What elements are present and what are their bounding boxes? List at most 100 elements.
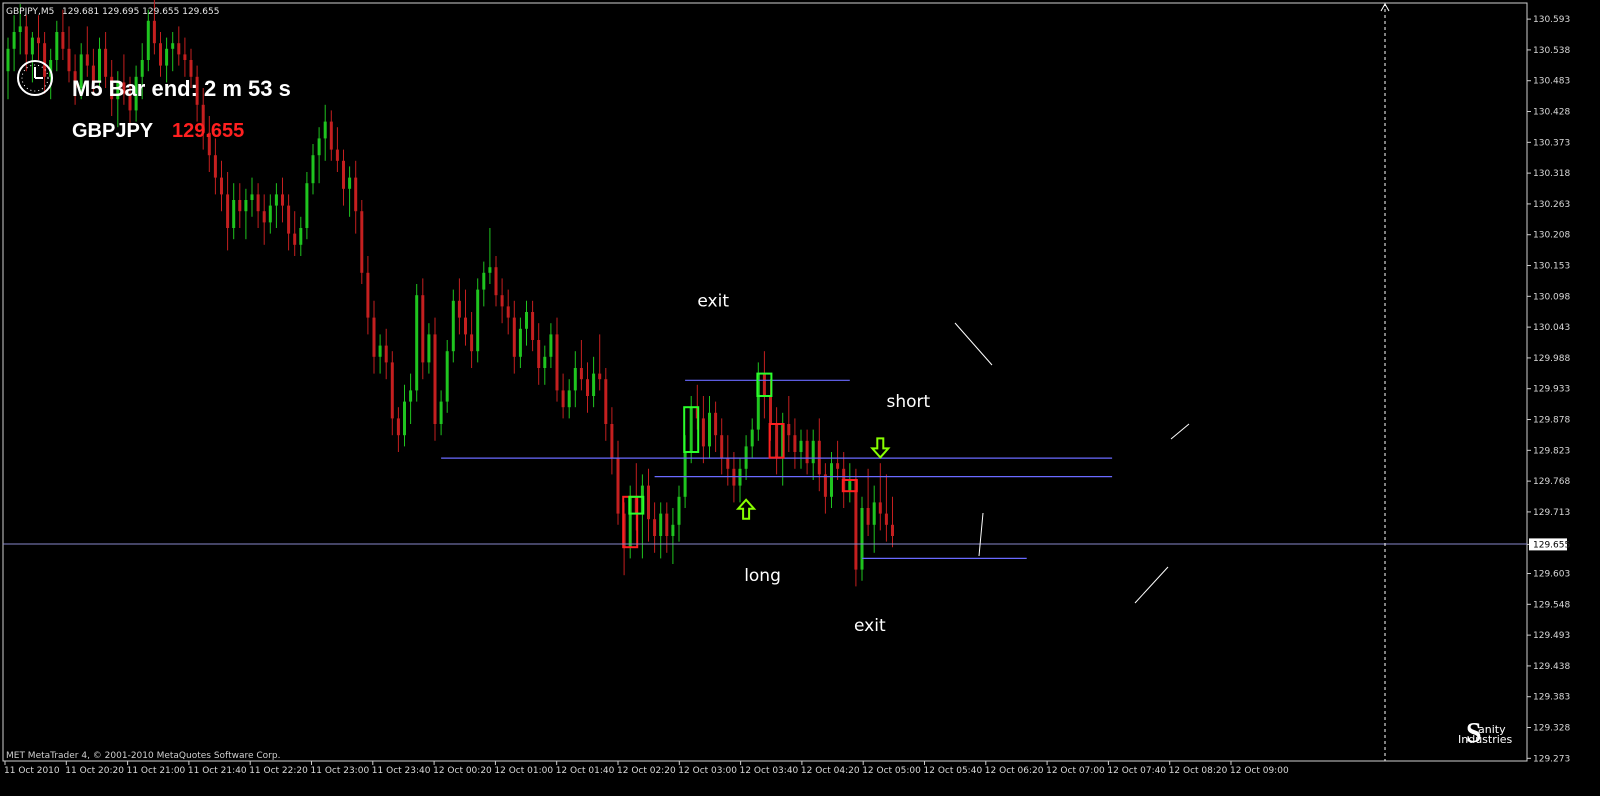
chart-ohlc-values: 129.681 129.695 129.655 129.655 — [62, 7, 219, 17]
x-tick-label: 12 Oct 09:00 — [1230, 766, 1289, 776]
candle-body — [171, 43, 175, 49]
candle-body — [274, 194, 278, 206]
x-tick-label: 12 Oct 03:00 — [678, 766, 737, 776]
candle-body — [37, 37, 40, 44]
candle-body — [226, 194, 230, 228]
y-tick-label: 129.493 — [1533, 631, 1570, 641]
candle-body — [439, 401, 443, 424]
candle-body — [378, 345, 382, 357]
price-chart[interactable]: 130.593 130.538 130.483 130.428 130.373 130.3… — [0, 0, 1600, 796]
candle-body — [525, 312, 528, 329]
candle-body — [476, 289, 480, 352]
candle-body — [329, 121, 333, 150]
candle-body — [415, 295, 419, 391]
candle-body — [549, 334, 553, 357]
candle-body — [573, 368, 577, 391]
candle-body — [854, 480, 858, 570]
candle-body — [12, 32, 16, 49]
x-tick-label: 12 Oct 06:20 — [985, 766, 1044, 776]
y-tick-label: 130.483 — [1533, 77, 1570, 87]
chart-symbol-timeframe: GBPJPY,M5 — [6, 7, 54, 17]
candle-body — [823, 474, 827, 497]
x-tick-label: 12 Oct 01:40 — [556, 766, 615, 776]
candle-body — [714, 412, 718, 436]
y-tick-label: 130.428 — [1533, 108, 1570, 118]
candle-body — [586, 379, 589, 396]
candle-body — [342, 160, 345, 189]
x-tick-label: 12 Oct 05:40 — [924, 766, 983, 776]
candle-body — [409, 390, 413, 402]
copyright-text: MET MetaTrader 4, © 2001-2010 MetaQuotes… — [6, 751, 280, 761]
candle-body — [762, 373, 766, 396]
candle-body — [555, 334, 559, 391]
candle-body — [30, 37, 34, 55]
candle-body — [85, 54, 89, 66]
candle-body — [811, 440, 815, 464]
candle-body — [653, 519, 657, 536]
candle-body — [250, 194, 254, 200]
candle-body — [451, 300, 455, 352]
candle-body — [506, 306, 510, 318]
candle-body — [872, 502, 876, 525]
candle-body — [421, 295, 425, 363]
y-tick-label: 129.548 — [1533, 600, 1570, 610]
candle-body — [677, 496, 681, 525]
candle-body — [836, 463, 840, 469]
y-tick-label: 129.328 — [1533, 724, 1570, 734]
candle-body — [659, 513, 663, 536]
candle-body — [427, 334, 431, 363]
x-tick-label: 12 Oct 04:20 — [801, 766, 860, 776]
candle-body — [366, 272, 370, 318]
x-tick-label: 11 Oct 22:20 — [249, 766, 308, 776]
candle-body — [543, 356, 547, 368]
candle-body — [494, 267, 498, 296]
x-tick-label: 12 Oct 07:00 — [1046, 766, 1105, 776]
candle-body — [665, 513, 669, 536]
candle-body — [146, 20, 150, 60]
candle-body — [445, 351, 449, 402]
candle — [415, 284, 419, 402]
candle-body — [213, 155, 217, 178]
candle-body — [348, 177, 352, 189]
candle-body — [561, 390, 565, 408]
candle-body — [403, 401, 406, 436]
y-tick-label: 129.823 — [1533, 446, 1570, 456]
y-tick-label: 129.933 — [1533, 385, 1570, 395]
x-tick-label: 12 Oct 01:00 — [494, 766, 553, 776]
x-tick-label: 12 Oct 00:20 — [433, 766, 492, 776]
candle-body — [335, 149, 339, 161]
candle-body — [140, 60, 144, 77]
candle-body — [268, 205, 272, 223]
annotation-exit-label: exit — [697, 291, 729, 311]
candle-body — [24, 26, 28, 55]
candle-body — [384, 345, 388, 363]
candle-body — [238, 200, 242, 212]
candle-body — [256, 194, 260, 212]
bar-end-timer: M5 Bar end: 2 m 53 s — [72, 76, 291, 101]
svg-text:Industries: Industries — [1458, 733, 1513, 746]
quote-price: 129.655 — [172, 120, 244, 142]
candle-body — [177, 43, 181, 55]
candle-body — [805, 440, 809, 464]
candle-body — [396, 418, 400, 436]
y-tick-label: 129.383 — [1533, 693, 1570, 703]
candle-body — [488, 267, 492, 273]
quote-symbol: GBPJPY — [72, 120, 154, 142]
candle-body — [793, 435, 797, 452]
x-tick-label: 12 Oct 07:40 — [1107, 766, 1166, 776]
candle-body — [104, 48, 108, 77]
candle-body — [848, 480, 852, 492]
candle-body — [799, 440, 803, 452]
candle-body — [708, 412, 711, 447]
candle — [476, 278, 480, 363]
current-price-label: 129.655 — [1533, 540, 1570, 550]
candle-body — [159, 43, 162, 66]
candle-body — [281, 194, 284, 206]
candle-body — [775, 424, 779, 458]
candle-body — [299, 228, 303, 245]
candle-body — [482, 272, 486, 290]
candle — [433, 317, 437, 441]
y-tick-label: 130.153 — [1533, 262, 1570, 272]
candle-body — [67, 48, 71, 72]
x-tick-label: 12 Oct 08:20 — [1169, 766, 1228, 776]
